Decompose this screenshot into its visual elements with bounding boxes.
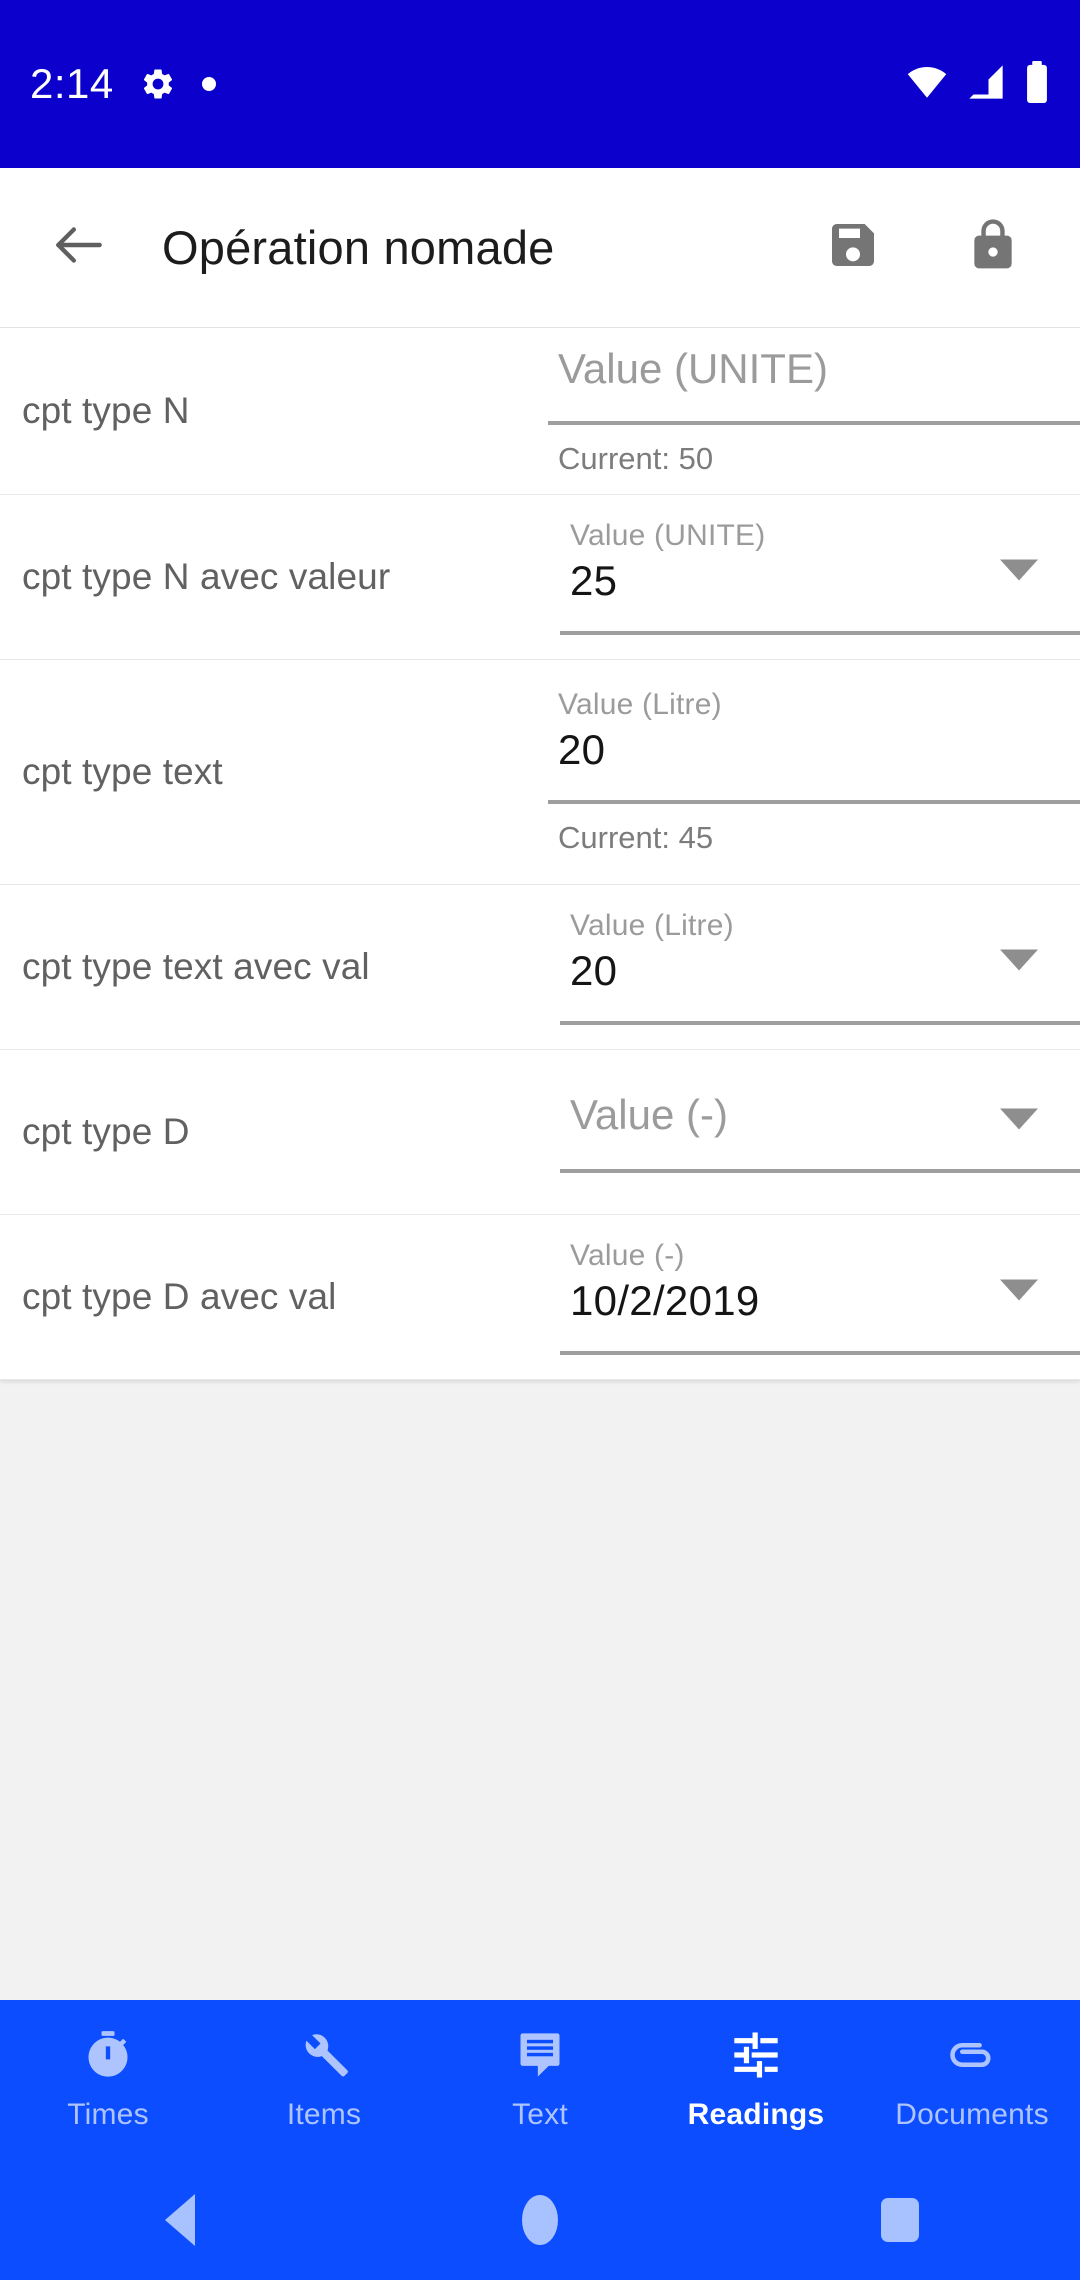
table-row: cpt type text Value (Litre) 20 Current: … (0, 660, 1080, 885)
input-underline (560, 1169, 1080, 1173)
row-field: Value (UNITE) 25 (548, 495, 1080, 659)
bottom-nav-label: Items (286, 2097, 362, 2131)
field-floating-label: Value (Litre) (558, 688, 722, 721)
system-back-icon (165, 2194, 195, 2246)
status-bar-right (906, 60, 1050, 108)
row-label: cpt type D avec val (22, 1276, 337, 1317)
bottom-nav-label: Times (67, 2097, 149, 2131)
chevron-down-icon[interactable] (1000, 1108, 1038, 1130)
bottom-nav-item-readings[interactable]: Readings (648, 2000, 864, 2160)
bottom-nav-item-times[interactable]: Times (0, 2000, 216, 2160)
status-bar-clock: 2:14 (30, 60, 114, 107)
row-label: cpt type text (22, 751, 223, 792)
field-floating-label: Value (Litre) (570, 909, 734, 942)
cellular-icon (966, 62, 1006, 107)
row-label: cpt type D (22, 1111, 190, 1152)
helper-text: Current: 50 (558, 441, 714, 476)
bottom-nav-label: Documents (895, 2097, 1049, 2131)
phone-screen: 2:14 Opération nomade cpt type N Value (… (0, 0, 1080, 2280)
tune-sliders-icon (730, 2029, 782, 2086)
table-row: cpt type N avec valeur Value (UNITE) 25 (0, 495, 1080, 660)
table-row: cpt type D avec val Value (-) 10/2/2019 (0, 1215, 1080, 1380)
message-icon (514, 2029, 566, 2086)
field-floating-label: Value (UNITE) (570, 519, 766, 552)
attachment-icon (946, 2029, 998, 2086)
wifi-icon (906, 61, 948, 108)
system-back-button[interactable] (110, 2160, 250, 2280)
back-button[interactable] (40, 209, 118, 287)
chevron-down-icon[interactable] (1000, 949, 1038, 971)
input-underline (560, 631, 1080, 635)
bottom-navigation-bar: Times Items Text Readings Documents (0, 2000, 1080, 2160)
wrench-icon (298, 2029, 350, 2086)
dot-icon (201, 77, 216, 91)
row-label: cpt type text avec val (22, 946, 370, 987)
value-input[interactable]: 20 (548, 726, 1080, 774)
row-field: Value (Litre) 20 Current: 45 (548, 660, 1080, 884)
back-arrow-icon (48, 214, 110, 281)
chevron-down-icon[interactable] (1000, 1279, 1038, 1301)
system-recents-icon (881, 2198, 919, 2242)
status-bar-left: 2:14 (30, 60, 216, 108)
value-input-placeholder[interactable]: Value (UNITE) (548, 345, 1080, 393)
bottom-nav-item-text[interactable]: Text (432, 2000, 648, 2160)
row-field: Value (UNITE) Current: 50 (548, 328, 1080, 494)
table-row: cpt type text avec val Value (Litre) 20 (0, 885, 1080, 1050)
app-bar-actions (818, 213, 1038, 283)
field-floating-label: Value (-) (570, 1239, 685, 1272)
empty-content-area (0, 1380, 1080, 2000)
readings-form-list: cpt type N Value (UNITE) Current: 50 cpt… (0, 328, 1080, 1380)
bottom-nav-item-documents[interactable]: Documents (864, 2000, 1080, 2160)
system-navigation-bar (0, 2160, 1080, 2280)
status-bar: 2:14 (0, 0, 1080, 168)
input-underline (560, 1351, 1080, 1355)
bottom-nav-item-items[interactable]: Items (216, 2000, 432, 2160)
page-title: Opération nomade (162, 221, 555, 274)
row-field: Value (Litre) 20 (548, 885, 1080, 1049)
row-label: cpt type N (22, 390, 190, 431)
battery-icon (1024, 60, 1050, 108)
lock-button[interactable] (958, 213, 1028, 283)
app-bar: Opération nomade (0, 168, 1080, 328)
save-button[interactable] (818, 213, 888, 283)
gear-icon (140, 66, 176, 102)
helper-text: Current: 45 (558, 820, 714, 855)
row-field: Value (-) (548, 1050, 1080, 1214)
chevron-down-icon[interactable] (1000, 559, 1038, 581)
system-home-button[interactable] (470, 2160, 610, 2280)
bottom-nav-label: Readings (687, 2097, 825, 2131)
bottom-nav-label: Text (512, 2097, 568, 2131)
row-field: Value (-) 10/2/2019 (548, 1215, 1080, 1379)
table-row: cpt type N Value (UNITE) Current: 50 (0, 328, 1080, 495)
table-row: cpt type D Value (-) (0, 1050, 1080, 1215)
row-label: cpt type N avec valeur (22, 556, 391, 597)
system-home-icon (522, 2195, 558, 2245)
system-recents-button[interactable] (830, 2160, 970, 2280)
input-underline (560, 1021, 1080, 1025)
save-icon (825, 217, 881, 278)
lock-icon (965, 217, 1021, 278)
stopwatch-icon (82, 2029, 134, 2086)
